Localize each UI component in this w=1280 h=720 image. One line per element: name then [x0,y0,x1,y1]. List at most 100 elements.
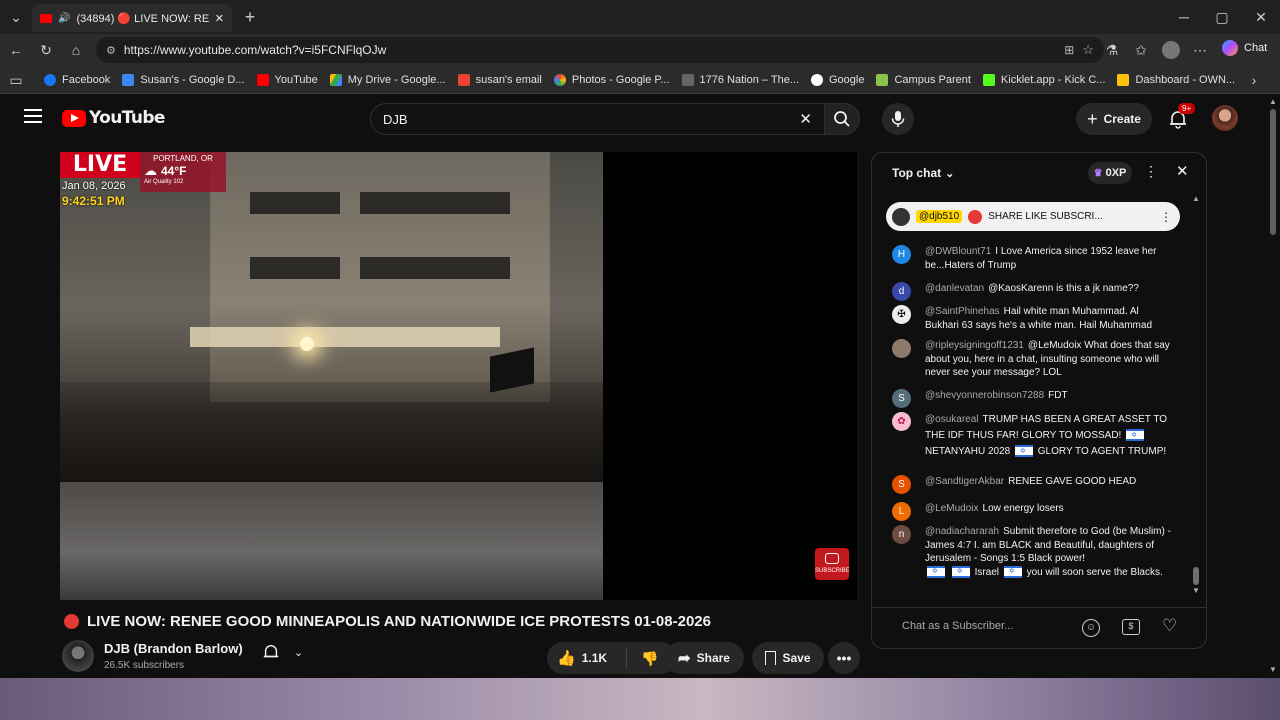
message-author: @ripleysigningoff1231 [925,340,1024,351]
desktop-wallpaper-strip [0,678,1280,720]
google-drive-icon [329,73,342,86]
bookmark-google-docs[interactable]: Susan's - Google D... [122,66,256,94]
minimize-window-icon[interactable]: ─ [1174,7,1194,27]
pinned-message[interactable]: @djb510 SHARE LIKE SUBSCRI... ⋮ [886,202,1180,231]
lit-canopy [190,327,500,347]
israel-flag-icon [1015,444,1033,460]
facebook-icon [44,73,56,86]
israel-flag-icon [1003,565,1022,578]
bookmark-kicklet[interactable]: Kicklet.app - Kick C... [982,66,1118,94]
message-text: RENEE GAVE GOOD HEAD [1008,476,1137,487]
dislike-button[interactable]: 👍 [627,650,658,667]
thumbs-up-icon: 👍 [557,650,576,667]
more-horizontal-icon: ••• [836,650,852,666]
chat-input[interactable]: Chat as a Subscriber... [902,620,1072,638]
like-dislike-group: 👍 1.1K 👍 [547,642,677,674]
bookmark-campus-parent[interactable]: Campus Parent [876,66,982,94]
bookmark-photos[interactable]: Photos - Google P... [553,66,682,94]
notification-badge: 9+ [1178,103,1196,114]
channel-avatar[interactable] [62,640,94,672]
bookmark-dashboard[interactable]: Dashboard - OWN... [1117,66,1247,94]
page-scrollbar[interactable]: ▲ ▼ [1266,95,1280,678]
chat-more-icon[interactable]: ⋮ [1144,163,1158,180]
profile-avatar[interactable] [1162,41,1180,59]
like-button[interactable]: 👍 1.1K [547,647,627,669]
bookmark-1776-nation[interactable]: 1776 Nation – The... [681,66,811,94]
save-button[interactable]: Save [752,642,824,674]
pinned-author: @djb510 [916,210,963,223]
bookmark-google[interactable]: Google [811,66,876,94]
search-input[interactable]: DJB ✕ [370,103,825,135]
site-info-icon[interactable]: ⚙ [106,44,116,57]
pinned-text: SHARE LIKE SUBSCRI... [988,211,1103,222]
youtube-logo[interactable]: YouTube [62,108,165,128]
home-icon[interactable]: ⌂ [66,40,86,60]
clear-search-icon[interactable]: ✕ [799,110,812,128]
channel-name[interactable]: DJB (Brandon Barlow) [104,641,243,656]
message-author: @DWBlount71 [925,246,992,257]
bookmark-youtube[interactable]: YouTube [256,66,330,94]
tab-close-icon[interactable]: ✕ [215,12,224,25]
bell-icon [263,645,279,658]
back-icon[interactable]: ← [6,40,26,60]
browser-toolbar: ← ↻ ⌂ ⚙ https://www.youtube.com/watch?v=… [0,34,1280,66]
account-avatar[interactable] [1212,105,1238,131]
favorites-icon[interactable]: ✩ [1131,40,1151,60]
voice-search-button[interactable] [882,103,914,135]
hamburger-menu-icon[interactable] [24,109,42,123]
video-player[interactable]: LIVE PORTLAND, OR ☁ 44°F Air Quality 102 … [60,152,857,600]
youtube-play-logo-icon [62,109,86,127]
more-actions-button[interactable]: ••• [828,642,860,674]
bookmark-label: Susan's - Google D... [140,73,245,86]
bookmarks-overflow-chevron-icon[interactable]: › [1244,70,1264,90]
bookmark-email[interactable]: susan's email [457,66,554,94]
video-title: LIVE NOW: RENEE GOOD MINNEAPOLIS AND NAT… [64,613,854,630]
more-menu-icon[interactable]: ⋯ [1190,40,1210,60]
address-bar[interactable]: ⚙ https://www.youtube.com/watch?v=i5FCNF… [96,37,1104,63]
bookmark-facebook[interactable]: Facebook [44,66,122,94]
extensions-icon[interactable]: ⚗ [1102,40,1122,60]
record-icon [968,209,983,224]
new-tab-button[interactable]: + [240,7,260,27]
notification-bell-button[interactable]: ⌄ [262,643,303,661]
search-button[interactable] [824,103,860,135]
tab-list-chevron-icon[interactable]: ⌄ [6,7,26,27]
heart-icon[interactable]: ♡ [1162,616,1177,636]
crowd-shadow [60,382,603,492]
copilot-icon [1222,40,1238,56]
message-text: @KaosKarenn is this a jk name?? [988,283,1139,294]
chat-mode-dropdown[interactable]: Top chat ⌄ [892,166,954,180]
bookmark-label: YouTube [274,73,318,86]
pinned-more-icon[interactable]: ⋮ [1160,210,1172,224]
reload-icon[interactable]: ↻ [36,40,56,60]
tab-audio-icon[interactable]: 🔊 [58,13,70,24]
apps-icon[interactable]: ⊞ [1064,43,1074,57]
close-window-icon[interactable]: ✕ [1251,7,1271,27]
share-button[interactable]: ➦ Share [664,642,744,674]
video-frame: LIVE PORTLAND, OR ☁ 44°F Air Quality 102 … [60,152,603,600]
bookmark-my-drive[interactable]: My Drive - Google... [329,66,458,94]
sidebar-toggle-icon[interactable]: ▭ [6,70,26,90]
plus-icon: + [1087,108,1098,129]
maximize-window-icon[interactable]: ▢ [1212,7,1232,27]
window-band [360,257,510,279]
bookmark-label: Dashboard - OWN... [1135,73,1236,86]
subscribe-watermark[interactable]: SUBSCRIBE [815,548,850,580]
browser-tab[interactable]: 🔊 (34894) 🔴 LIVE NOW: RENEE ✕ [32,4,232,32]
author-avatar: n [892,525,911,544]
copilot-button[interactable]: Chat [1222,40,1267,56]
create-button[interactable]: + Create [1076,103,1152,135]
search-value: DJB [383,111,408,127]
favorite-star-icon[interactable]: ☆ [1082,42,1094,58]
chat-scrollbar[interactable]: ▲ ▼ [1192,194,1202,596]
xp-button[interactable]: ♛ 0XP [1088,162,1132,184]
author-avatar: S [892,475,911,494]
close-chat-icon[interactable]: ✕ [1176,162,1189,180]
like-count: 1.1K [581,651,608,665]
google-docs-icon [122,73,135,86]
emoji-icon[interactable]: ☺ [1082,619,1100,637]
super-chat-icon[interactable]: $ [1122,619,1140,635]
crown-icon: ♛ [1093,167,1103,179]
thumbs-down-icon: 👍 [641,650,659,667]
notifications-button[interactable]: 9+ [1168,103,1196,134]
